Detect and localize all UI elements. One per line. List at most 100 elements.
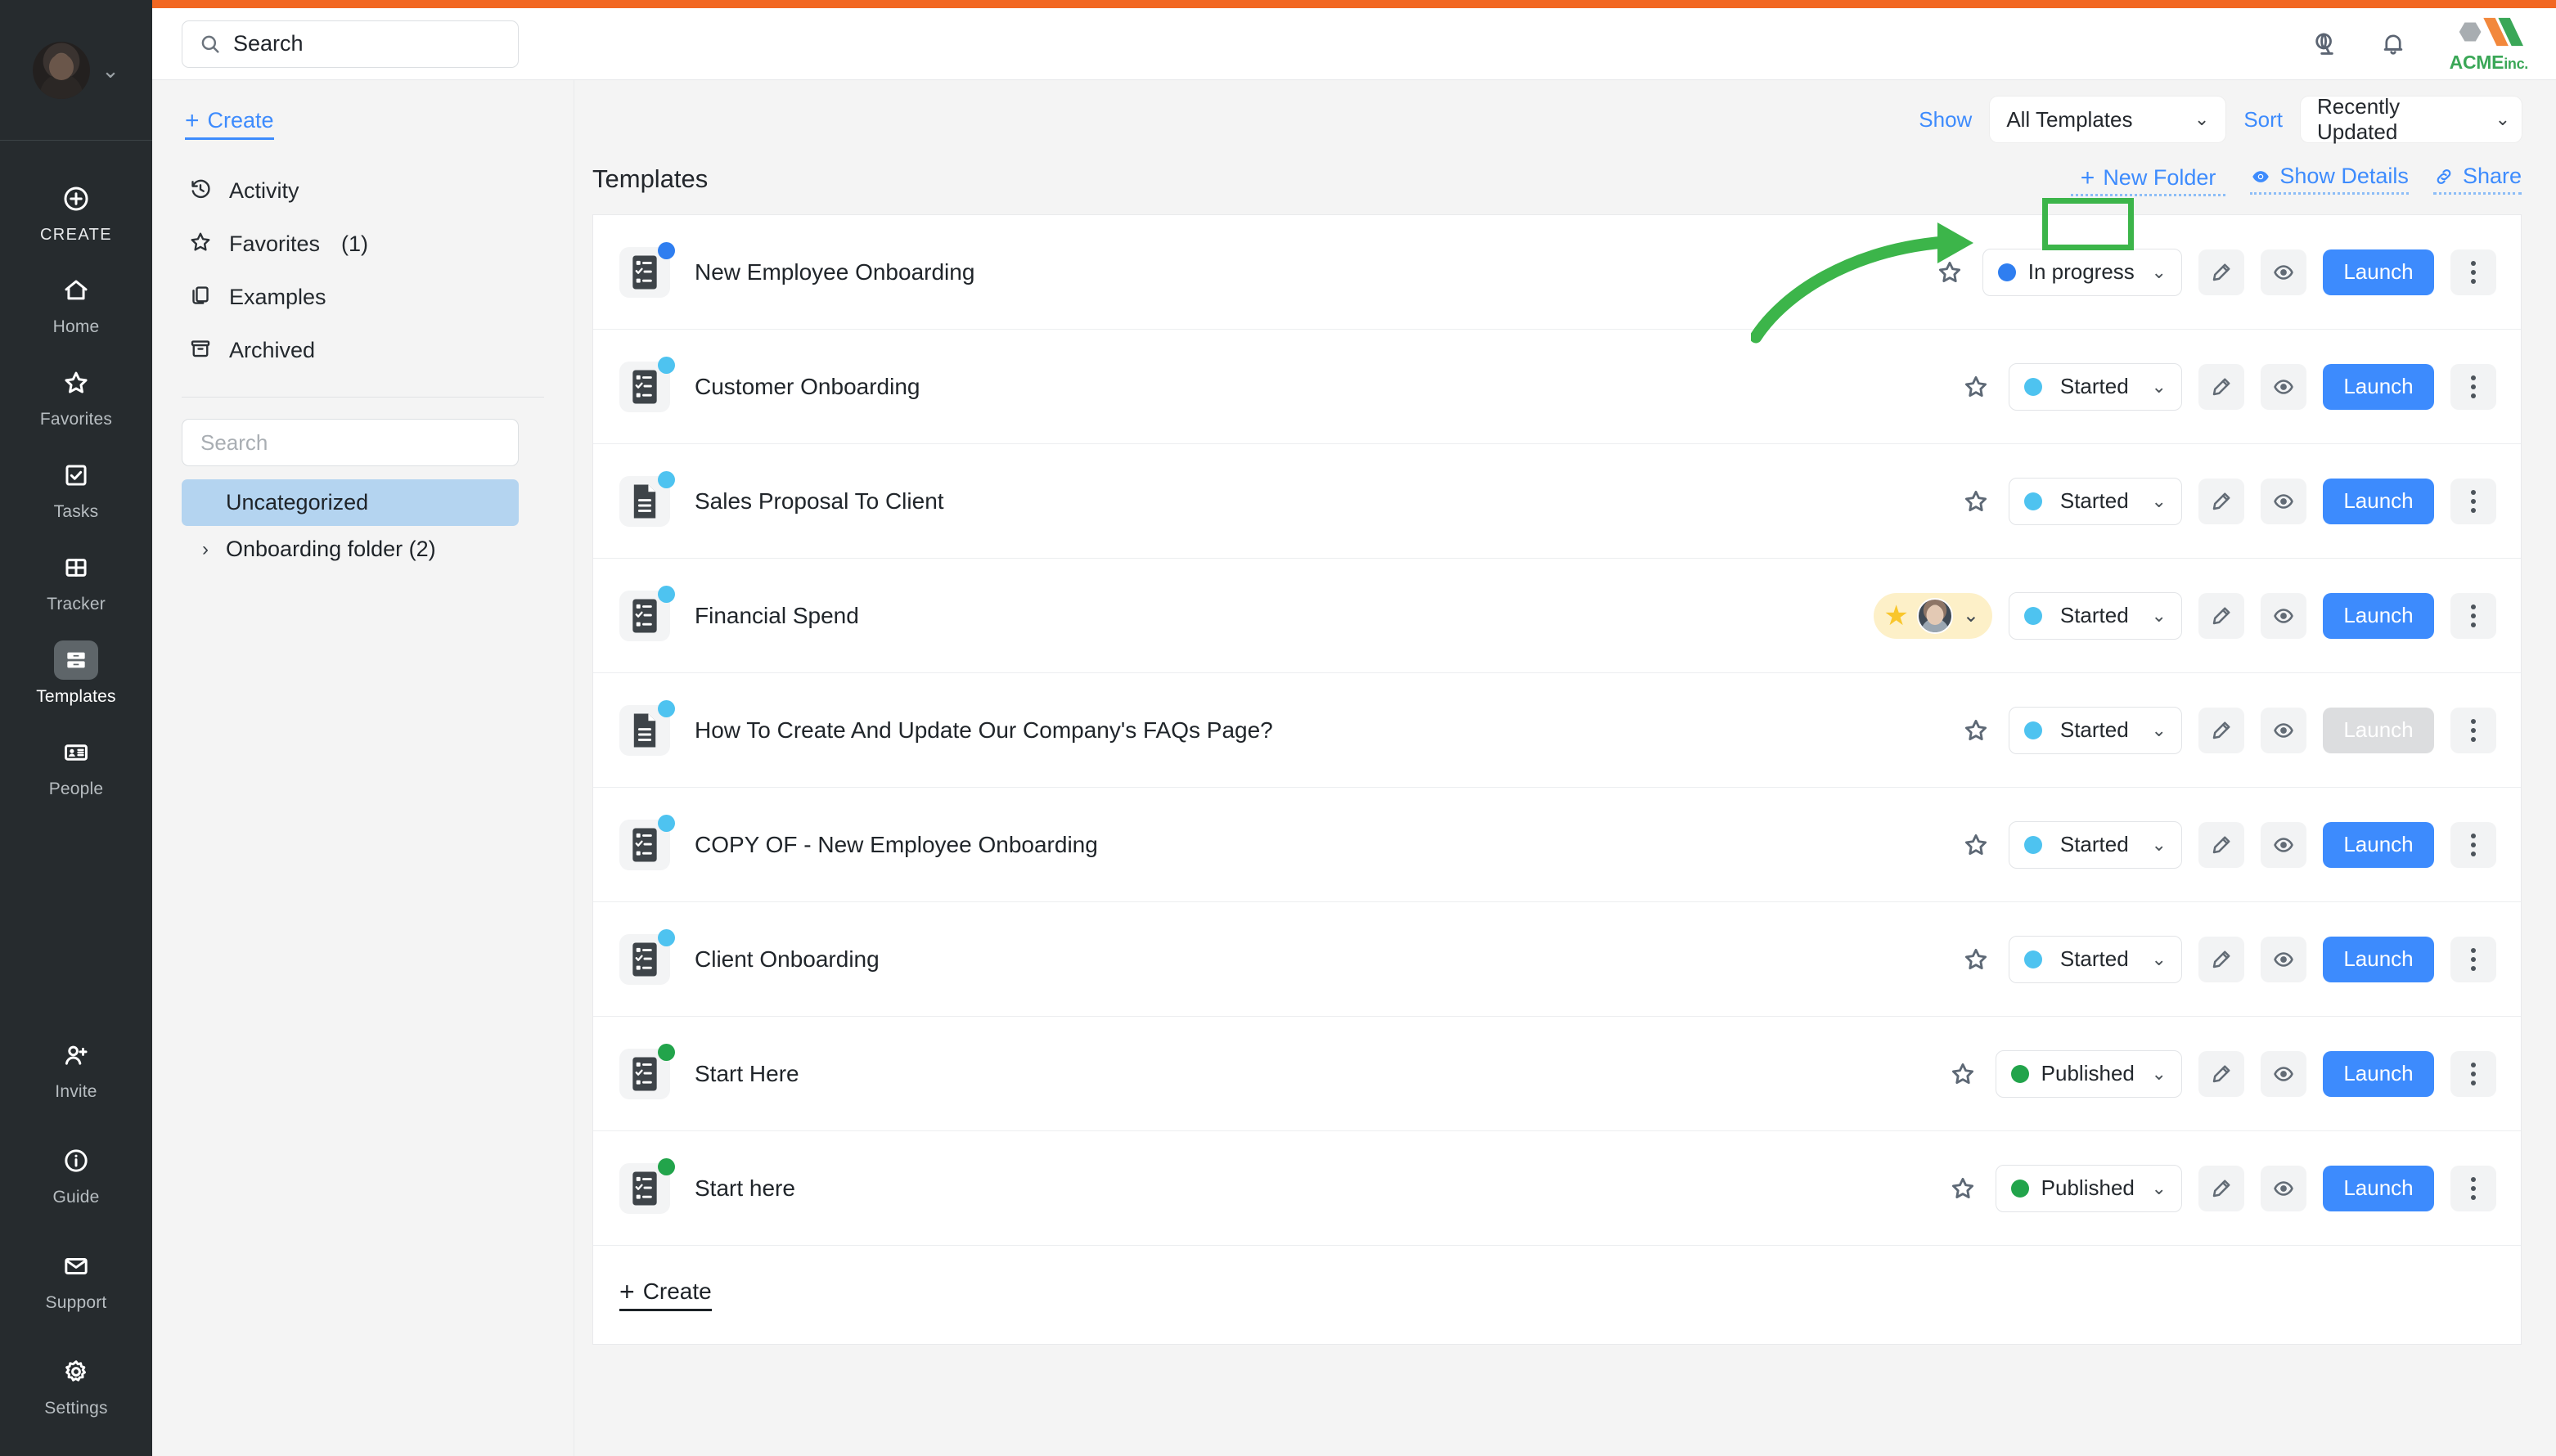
more-options-button[interactable] [2450,1050,2496,1097]
profile-switcher[interactable]: ⌄ [0,0,152,141]
edit-button[interactable] [2198,592,2244,639]
edit-button[interactable] [2198,363,2244,410]
launch-button[interactable]: Launch [2323,592,2434,639]
edit-button[interactable] [2198,821,2244,868]
table-row[interactable]: Customer Onboarding Started ⌄ Launch [593,330,2521,444]
edit-button[interactable] [2198,478,2244,524]
sort-label: Sort [2243,106,2283,132]
globe-icon[interactable] [2307,27,2342,61]
launch-button[interactable]: Launch [2323,1165,2434,1211]
sidebar-item-templates[interactable]: Templates [0,627,152,719]
preview-button[interactable] [2261,249,2306,295]
sidebar-item-tasks[interactable]: Tasks [0,442,152,534]
search-icon [201,35,219,53]
app-root: ⌄ CREATE Home Favorites Tasks Tracker Te… [0,0,2556,1456]
sidebar-item-support[interactable]: Support [0,1225,152,1331]
avatar[interactable] [33,41,91,99]
edit-button[interactable] [2198,1165,2244,1211]
show-filter-select[interactable]: All Templates ⌄ [1990,97,2226,142]
edit-button[interactable] [2198,1050,2244,1097]
folder-item-onboarding[interactable]: › Onboarding folder (2) [182,526,519,573]
favorite-star-button[interactable] [1946,1058,1979,1090]
table-row[interactable]: Start Here Published ⌄ Launch [593,1017,2521,1131]
folder-search-input[interactable]: Search [182,419,519,466]
status-select[interactable]: Started ⌄ [2009,935,2182,983]
more-options-button[interactable] [2450,478,2496,524]
preview-button[interactable] [2261,592,2306,639]
subnav-item-archived[interactable]: Archived [182,324,544,377]
sidebar-item-tracker[interactable]: Tracker [0,534,152,627]
favorite-star-button[interactable] [1960,485,1992,518]
sidebar-item-settings[interactable]: Settings [0,1331,152,1436]
preview-button[interactable] [2261,707,2306,753]
preview-button[interactable] [2261,1050,2306,1097]
edit-button[interactable] [2198,936,2244,982]
sidebar-item-favorites[interactable]: Favorites [0,349,152,442]
more-options-button[interactable] [2450,936,2496,982]
favorite-star-button[interactable] [1933,256,1966,289]
table-row[interactable]: Financial Spend ★ ⌄ Started ⌄ Launch [593,559,2521,673]
share-button[interactable]: Share [2432,164,2522,195]
favorite-star-button[interactable] [1946,1172,1979,1205]
chevron-down-icon: ⌄ [2495,109,2510,129]
table-row[interactable]: How To Create And Update Our Company's F… [593,673,2521,788]
sidebar-item-guide[interactable]: Guide [0,1120,152,1225]
more-options-button[interactable] [2450,1165,2496,1211]
sidebar-item-home[interactable]: Home [0,257,152,349]
chevron-right-icon[interactable]: › [196,538,214,561]
table-row[interactable]: Start here Published ⌄ Launch [593,1131,2521,1246]
create-button[interactable]: + Create [185,108,274,140]
table-row[interactable]: COPY OF - New Employee Onboarding Started… [593,788,2521,902]
preview-button[interactable] [2261,363,2306,410]
preview-button[interactable] [2261,478,2306,524]
favorite-star-button[interactable] [1960,714,1992,747]
table-row[interactable]: New Employee Onboarding In progress ⌄ Launc… [593,215,2521,330]
subnav-item-examples[interactable]: Examples [182,271,544,324]
launch-button[interactable]: Launch [2323,363,2434,410]
status-select[interactable]: Started ⌄ [2009,591,2182,640]
subnav-item-activity[interactable]: Activity [182,164,544,218]
status-select[interactable]: Published ⌄ [1996,1049,2182,1098]
status-select[interactable]: Published ⌄ [1996,1164,2182,1212]
preview-button[interactable] [2261,821,2306,868]
status-color-dot [2024,721,2042,739]
edit-button[interactable] [2198,249,2244,295]
search-input[interactable]: Search [182,20,519,68]
new-folder-button[interactable]: + New Folder [2070,162,2226,196]
subnav-item-favorites[interactable]: Favorites (1) [182,218,544,271]
preview-button[interactable] [2261,936,2306,982]
sidebar-item-invite[interactable]: Invite [0,1014,152,1120]
chevron-down-icon[interactable]: ⌄ [101,60,119,81]
status-select[interactable]: Started ⌄ [2009,820,2182,869]
sort-select[interactable]: Recently Updated ⌄ [2301,94,2522,144]
favorite-star-button[interactable] [1960,829,1992,861]
sidebar-item-create[interactable]: CREATE [0,165,152,257]
status-select[interactable]: In progress ⌄ [1982,248,2182,296]
more-options-button[interactable] [2450,592,2496,639]
launch-button[interactable]: Launch [2323,249,2434,295]
status-select[interactable]: Started ⌄ [2009,477,2182,525]
create-template-button[interactable]: + Create [619,1278,712,1311]
status-select[interactable]: Started ⌄ [2009,362,2182,411]
folder-item-uncategorized[interactable]: Uncategorized [182,479,519,526]
bell-icon[interactable] [2376,27,2410,61]
more-options-button[interactable] [2450,363,2496,410]
launch-button[interactable]: Launch [2323,936,2434,982]
launch-button[interactable]: Launch [2323,1050,2434,1097]
table-row[interactable]: Sales Proposal To Client Started ⌄ Launch [593,444,2521,559]
folder-search-placeholder: Search [200,429,268,455]
sidebar-item-people[interactable]: People [0,719,152,811]
more-options-button[interactable] [2450,249,2496,295]
table-row[interactable]: Client Onboarding Started ⌄ Launch [593,902,2521,1017]
launch-button[interactable]: Launch [2323,821,2434,868]
launch-button[interactable]: Launch [2323,478,2434,524]
show-details-button[interactable]: Show Details [2250,164,2409,195]
more-options-button[interactable] [2450,821,2496,868]
edit-button[interactable] [2198,707,2244,753]
preview-button[interactable] [2261,1165,2306,1211]
more-options-button[interactable] [2450,707,2496,753]
favorite-owner-pill[interactable]: ★ ⌄ [1874,592,1992,639]
status-select[interactable]: Started ⌄ [2009,706,2182,754]
favorite-star-button[interactable] [1960,943,1992,976]
favorite-star-button[interactable] [1960,371,1992,403]
